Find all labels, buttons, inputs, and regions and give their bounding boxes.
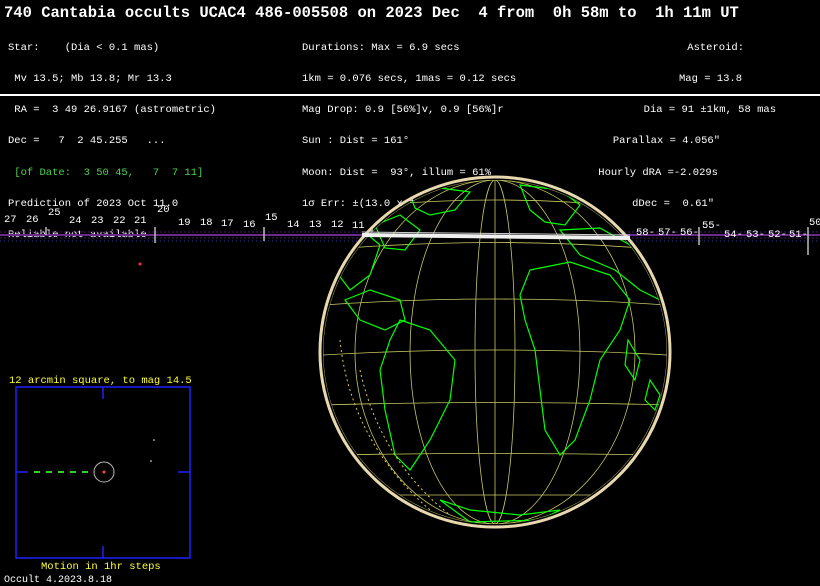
path-label: 14 [287,219,300,231]
path-label: 58- [636,227,655,239]
path-label: 25 [48,207,61,219]
path-label: 12 [331,219,344,231]
path-label: 23 [91,215,104,227]
path-label: 52- [768,229,787,241]
path-label: 51- [789,229,808,241]
path-label: 53- [746,229,765,241]
path-label: 50 [809,217,820,229]
globe-plot [0,175,820,559]
path-label: 17 [221,218,234,230]
path-label: 21 [134,215,147,227]
path-label: 19 [178,217,191,229]
path-label: 57- [658,227,677,239]
red-marker [138,262,142,266]
path-label: 24 [69,215,82,227]
path-label: 27 [4,214,17,226]
path-label: 18 [200,217,213,229]
path-label: 13 [309,219,322,231]
motion-caption: Motion in 1hr steps [41,561,161,573]
version-footer: Occult 4.2023.8.18 [4,575,113,586]
path-label: 22 [113,215,126,227]
star-chart-caption: 12 arcmin square, to mag 14.5 [9,375,192,387]
star-chart [15,386,191,559]
path-label: 16 [243,219,256,231]
path-label: 56- [680,227,699,239]
path-label: 54- [724,229,743,241]
path-label: 20 [157,204,170,216]
path-label: 15 [265,212,278,224]
path-label: 11 [352,220,365,232]
path-label: 55- [702,220,721,232]
path-label: 26 [26,214,39,226]
